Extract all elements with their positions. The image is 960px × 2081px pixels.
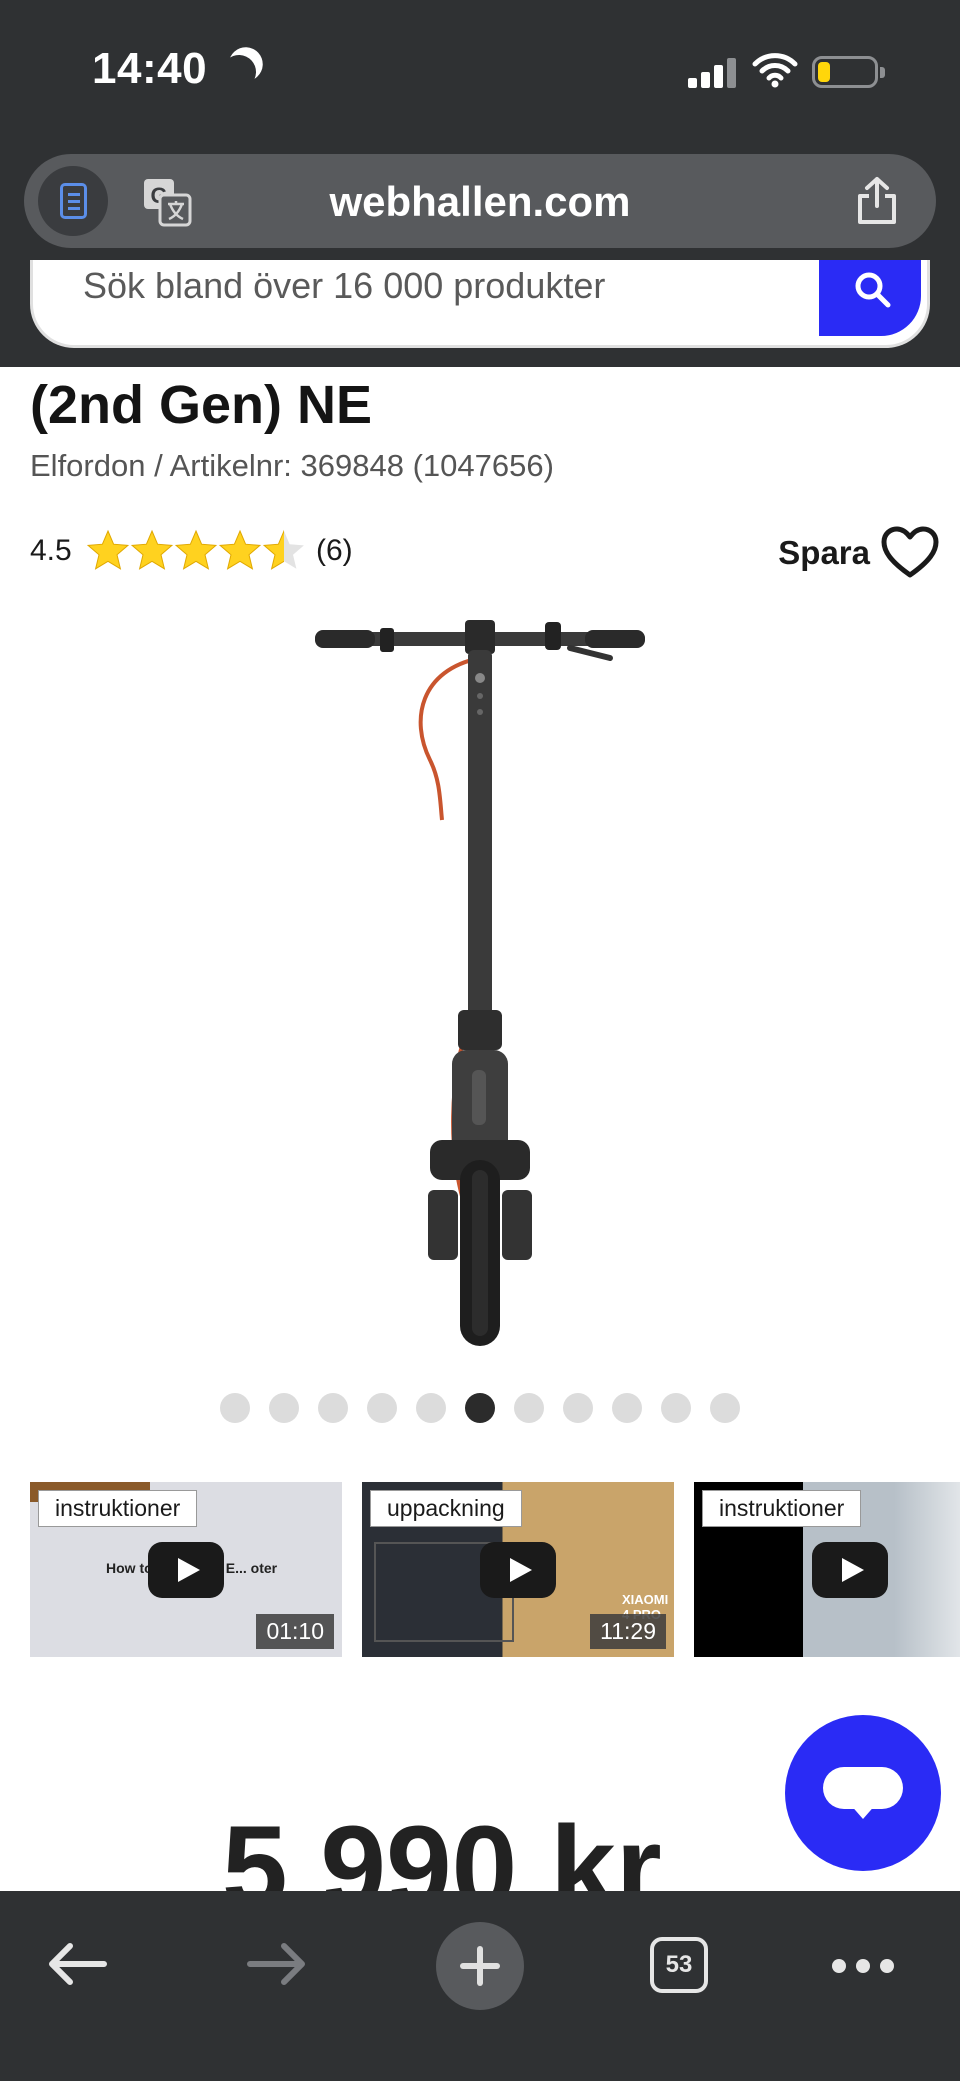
browser-toolbar: 53 [0, 1891, 960, 2081]
video-duration: 11:29 [590, 1614, 666, 1649]
carousel-dot[interactable] [318, 1393, 348, 1423]
carousel-dot[interactable] [563, 1393, 593, 1423]
video-row: How to ... your Mi E... oter instruktion… [30, 1482, 960, 1657]
search-button[interactable] [819, 260, 921, 336]
carousel-dot[interactable] [612, 1393, 642, 1423]
star-icon [174, 529, 218, 570]
review-count[interactable]: (6) [316, 534, 353, 568]
carousel-dot[interactable] [710, 1393, 740, 1423]
star-icon [218, 529, 262, 570]
status-time: 14:40 [92, 44, 208, 93]
tab-count-button[interactable]: 53 [650, 1937, 708, 1993]
carousel-dot[interactable] [269, 1393, 299, 1423]
breadcrumb[interactable]: Elfordon / Artikelnr: 369848 (1047656) [30, 448, 554, 484]
cellular-signal-icon [688, 56, 736, 88]
back-arrow-icon[interactable] [46, 1941, 108, 1987]
carousel-dot[interactable] [220, 1393, 250, 1423]
new-tab-plus-icon[interactable] [436, 1922, 524, 2010]
product-image[interactable] [280, 600, 680, 1360]
carousel-dot[interactable] [416, 1393, 446, 1423]
star-icon [262, 529, 304, 570]
url-text[interactable]: webhallen.com [24, 178, 936, 226]
video-thumbnail[interactable]: XIAOMI 4 PRO uppackning 11:29 [362, 1482, 674, 1657]
video-thumbnail[interactable]: How to ... your Mi E... oter instruktion… [30, 1482, 342, 1657]
wifi-icon [752, 53, 798, 88]
rating-stars[interactable] [86, 528, 316, 574]
heart-icon[interactable] [880, 525, 940, 581]
battery-icon [812, 56, 885, 88]
play-icon[interactable] [812, 1542, 888, 1598]
chat-button[interactable] [785, 1715, 941, 1871]
search-input[interactable] [83, 266, 843, 306]
search-box [30, 260, 930, 348]
play-icon[interactable] [148, 1542, 224, 1598]
video-duration: 01:10 [256, 1614, 334, 1649]
video-tag: uppackning [370, 1490, 522, 1527]
save-label[interactable]: Spara [778, 534, 870, 572]
carousel-dot-active[interactable] [465, 1393, 495, 1423]
rating-value: 4.5 [30, 534, 72, 567]
play-icon[interactable] [480, 1542, 556, 1598]
moon-icon [217, 50, 261, 94]
star-icon [86, 529, 130, 570]
share-icon[interactable] [854, 176, 900, 226]
address-bar[interactable]: G webhallen.com [24, 154, 936, 248]
carousel-dot[interactable] [514, 1393, 544, 1423]
rating-row: 4.5 (6) Spara [30, 526, 940, 578]
carousel-dot[interactable] [661, 1393, 691, 1423]
video-thumbnail[interactable]: instruktioner [694, 1482, 960, 1657]
more-options-icon[interactable] [832, 1959, 894, 1973]
carousel-dot[interactable] [367, 1393, 397, 1423]
forward-arrow-icon[interactable] [246, 1941, 308, 1987]
video-tag: instruktioner [38, 1490, 198, 1527]
star-icon [130, 529, 174, 570]
product-title: (2nd Gen) NE [30, 375, 373, 435]
video-tag: instruktioner [702, 1490, 862, 1527]
search-icon [855, 272, 891, 308]
image-carousel-dots [220, 1393, 740, 1423]
